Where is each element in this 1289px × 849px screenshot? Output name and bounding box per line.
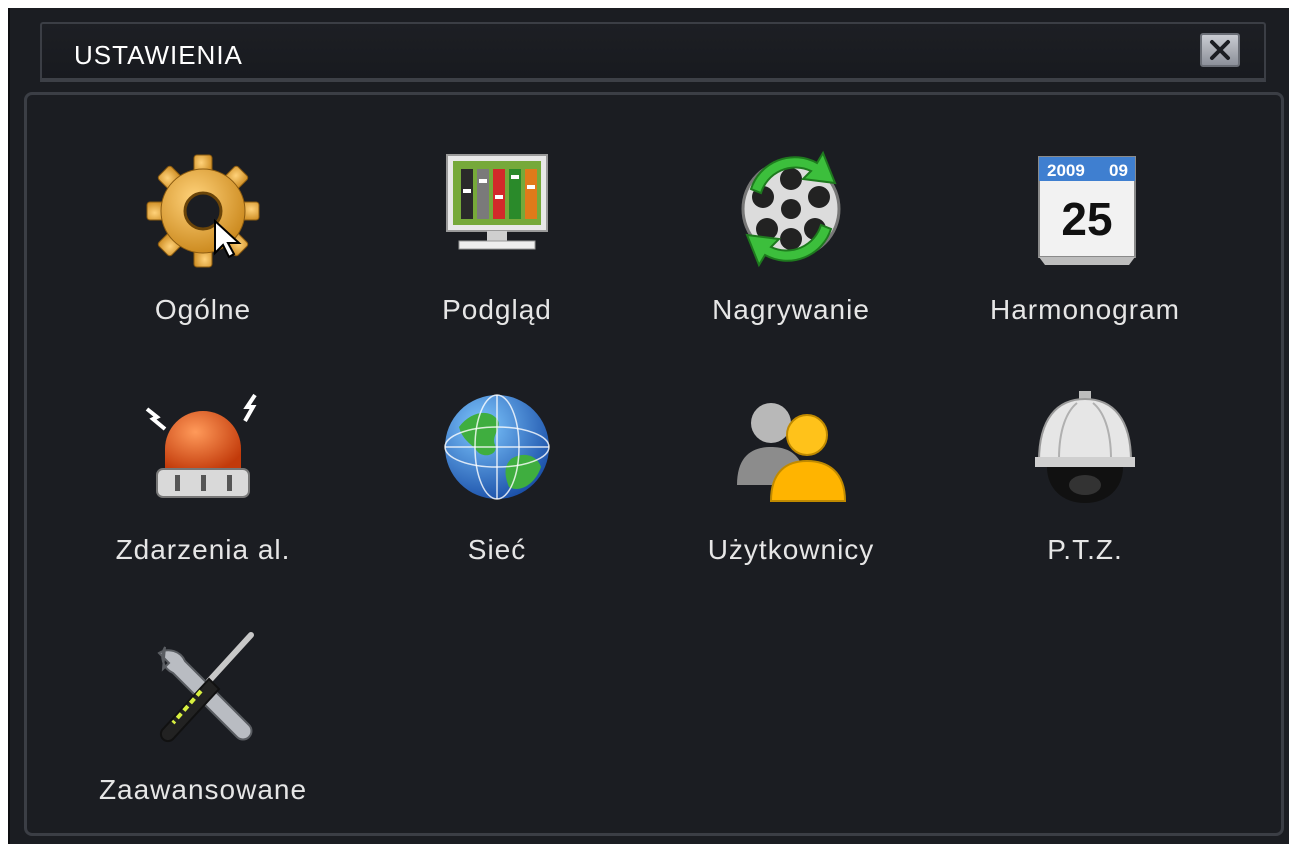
monitor-icon — [446, 154, 548, 250]
calendar-year: 2009 — [1047, 161, 1085, 180]
globe-icon — [444, 394, 550, 500]
menu-item-advanced[interactable]: Zaawansowane — [73, 629, 333, 849]
close-button[interactable] — [1200, 33, 1240, 67]
menu-item-label: Podgląd — [442, 294, 552, 325]
menu-item-preview[interactable]: Podgląd — [367, 149, 627, 369]
menu-item-network[interactable]: Sieć — [367, 389, 627, 609]
menu-item-schedule[interactable]: 2009 09 25 Harmonogram — [955, 149, 1215, 369]
title-bar: USTAWIENIA — [40, 22, 1266, 82]
menu-item-label: Harmonogram — [990, 294, 1180, 325]
calendar-icon: 2009 09 25 — [1038, 156, 1136, 265]
close-icon — [1210, 40, 1230, 60]
menu-item-label: P.T.Z. — [1047, 534, 1123, 565]
menu-item-label: Sieć — [467, 534, 527, 565]
menu-item-ptz[interactable]: P.T.Z. — [955, 389, 1215, 609]
gear-icon — [146, 154, 260, 268]
menu-item-label: Nagrywanie — [712, 294, 870, 325]
users-icon — [737, 403, 847, 502]
menu-item-alarm-events[interactable]: Zdarzenia al. — [73, 389, 333, 609]
alarm-siren-icon — [145, 393, 257, 498]
film-reel-icon — [741, 150, 841, 268]
window-title: USTAWIENIA — [74, 40, 243, 70]
menu-item-general[interactable]: Ogólne — [73, 149, 333, 369]
tools-icon — [157, 632, 254, 743]
menu-item-recording[interactable]: Nagrywanie — [661, 149, 921, 369]
menu-item-label: Zaawansowane — [98, 774, 308, 805]
calendar-month: 09 — [1109, 161, 1128, 180]
settings-window: USTAWIENIA Ogólne Podgląd Nagrywanie 200… — [8, 8, 1289, 844]
dome-camera-icon — [1035, 391, 1135, 503]
settings-menu-panel: Ogólne Podgląd Nagrywanie 2009 09 25 Har… — [24, 92, 1284, 836]
menu-item-users[interactable]: Użytkownicy — [661, 389, 921, 609]
menu-item-label: Użytkownicy — [707, 534, 875, 565]
menu-item-label: Zdarzenia al. — [115, 534, 291, 565]
menu-item-label: Ogólne — [154, 294, 252, 325]
calendar-day: 25 — [1061, 193, 1112, 245]
